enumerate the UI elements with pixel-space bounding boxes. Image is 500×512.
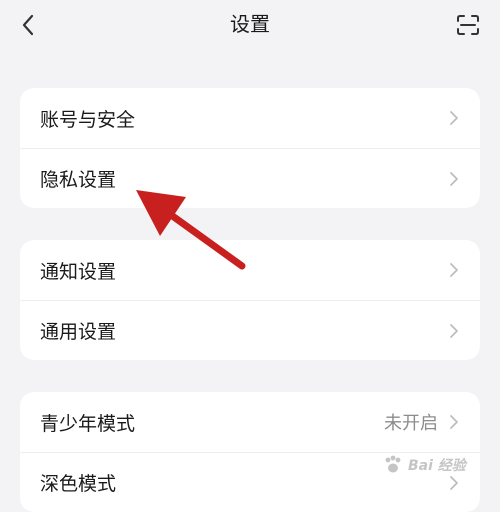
settings-item-label: 青少年模式 [40, 412, 136, 435]
back-button[interactable] [14, 10, 42, 40]
settings-group-account: 账号与安全 隐私设置 [20, 88, 480, 208]
settings-item-privacy[interactable]: 隐私设置 [20, 148, 480, 208]
settings-item-dark-mode[interactable]: 深色模式 [20, 452, 480, 512]
settings-group-modes: 青少年模式 未开启 深色模式 [20, 392, 480, 512]
chevron-right-icon [448, 262, 460, 278]
chevron-right-icon [448, 414, 460, 430]
settings-item-label: 深色模式 [40, 473, 117, 495]
chevron-right-icon [448, 323, 460, 339]
settings-item-label: 隐私设置 [40, 169, 117, 191]
chevron-right-icon [448, 110, 460, 126]
settings-item-label: 通用设置 [40, 321, 117, 343]
settings-item-label: 账号与安全 [40, 108, 136, 131]
chevron-left-icon [22, 14, 34, 36]
scan-button[interactable] [452, 10, 484, 40]
chevron-right-icon [448, 171, 460, 187]
settings-item-label: 通知设置 [40, 260, 117, 283]
scan-icon [457, 15, 479, 35]
settings-item-notifications[interactable]: 通知设置 [20, 240, 480, 300]
teen-mode-status: 未开启 [384, 413, 438, 434]
chevron-right-icon [448, 475, 460, 491]
header-bar: 设置 [0, 0, 500, 50]
settings-item-teen-mode[interactable]: 青少年模式 未开启 [20, 392, 480, 452]
settings-group-general: 通知设置 通用设置 [20, 240, 480, 360]
page-title: 设置 [230, 12, 270, 36]
settings-item-account-security[interactable]: 账号与安全 [20, 88, 480, 148]
settings-item-general[interactable]: 通用设置 [20, 300, 480, 360]
